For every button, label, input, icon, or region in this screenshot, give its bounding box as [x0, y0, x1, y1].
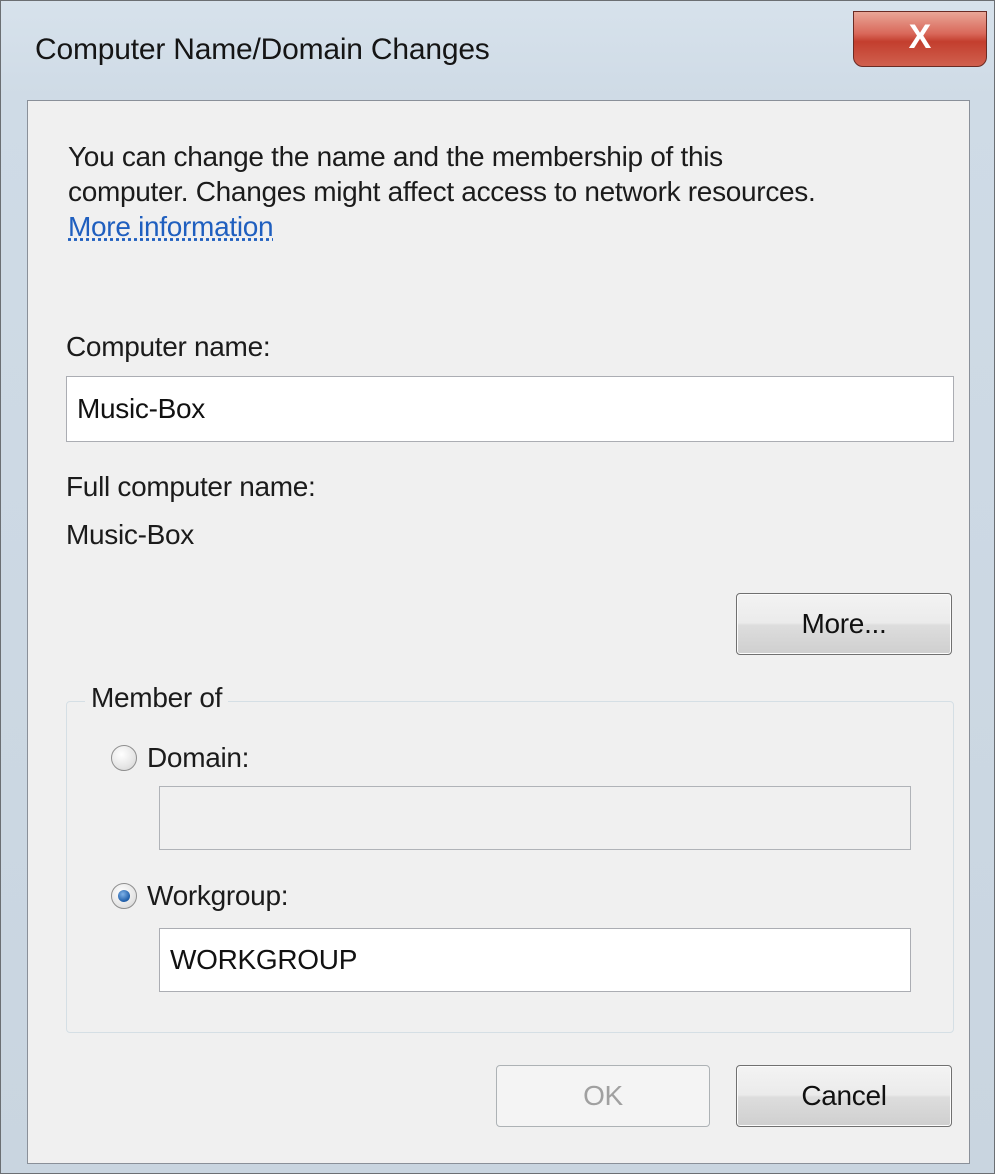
window-title: Computer Name/Domain Changes — [35, 33, 490, 66]
dialog-client-area: You can change the name and the membersh… — [27, 100, 970, 1164]
workgroup-input[interactable]: WORKGROUP — [159, 928, 911, 992]
full-computer-name-label: Full computer name: — [66, 471, 316, 502]
intro-text: You can change the name and the membersh… — [68, 139, 948, 244]
domain-input[interactable] — [159, 786, 911, 850]
full-computer-name-value: Music-Box — [66, 519, 194, 550]
member-of-legend: Member of — [85, 682, 229, 714]
more-button[interactable]: More... — [736, 593, 952, 655]
cancel-button[interactable]: Cancel — [736, 1065, 952, 1127]
close-icon: X — [908, 18, 932, 56]
workgroup-radio-label: Workgroup: — [147, 880, 289, 911]
workgroup-radio-row[interactable]: Workgroup: — [111, 880, 289, 912]
computer-name-label: Computer name: — [66, 331, 271, 362]
title-bar[interactable]: Computer Name/Domain Changes X — [1, 1, 994, 101]
computer-name-input[interactable]: Music-Box — [66, 376, 954, 442]
intro-line-2: computer. Changes might affect access to… — [68, 176, 816, 207]
intro-line-1: You can change the name and the membersh… — [68, 141, 723, 172]
ok-button[interactable]: OK — [496, 1065, 710, 1127]
dialog-window: Computer Name/Domain Changes X You can c… — [0, 0, 995, 1174]
domain-radio-row[interactable]: Domain: — [111, 742, 249, 774]
radio-unchecked-icon[interactable] — [111, 745, 137, 771]
close-button[interactable]: X — [853, 11, 987, 67]
member-of-group: Member of Domain: Workgroup: WORKGROUP — [66, 682, 954, 1033]
radio-checked-icon[interactable] — [111, 883, 137, 909]
domain-radio-label: Domain: — [147, 742, 250, 773]
more-information-link[interactable]: More information — [68, 211, 274, 242]
